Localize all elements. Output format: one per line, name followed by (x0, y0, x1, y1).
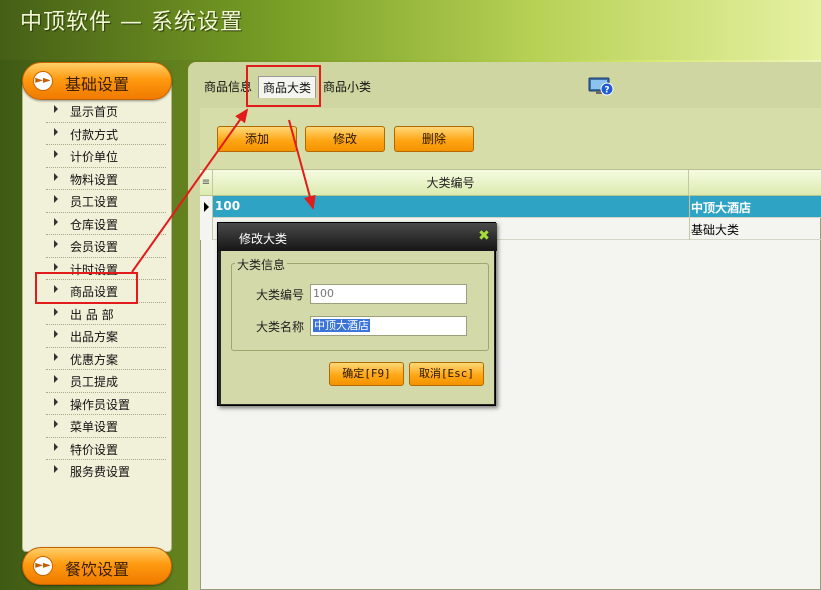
sidebar-item-staff[interactable]: 员工设置 (46, 190, 166, 213)
arrow-right-icon (54, 217, 58, 226)
arrow-right-icon (54, 442, 58, 451)
cell-name: 基础大类 (691, 223, 740, 237)
arrow-right-icon (54, 150, 58, 158)
grid-menu-icon[interactable]: ≡ (200, 170, 213, 196)
annotation-box-sidebar (35, 272, 138, 304)
arrow-right-icon (54, 352, 58, 361)
dialog-titlebar[interactable]: 修改大类 ✖ (218, 223, 497, 251)
category-info-group (231, 263, 489, 351)
sidebar-item-payment[interactable]: 付款方式 (46, 123, 166, 145)
sidebar-item-operator[interactable]: 操作员设置 (46, 393, 166, 415)
cell-name: 中顶大酒店 (691, 201, 752, 215)
sidebar-item-discount[interactable]: 优惠方案 (46, 348, 166, 370)
arrow-right-icon (54, 172, 58, 181)
sidebar-item-menu[interactable]: 菜单设置 (46, 415, 166, 438)
sidebar-item-output-plan[interactable]: 出品方案 (46, 325, 166, 348)
sidebar-item-service-fee[interactable]: 服务费设置 (46, 460, 166, 483)
sidebar-item-special-price[interactable]: 特价设置 (46, 438, 166, 460)
name-field[interactable]: 中顶大酒店 (310, 316, 467, 336)
arrow-right-icon (54, 397, 58, 406)
name-label: 大类名称 (256, 320, 305, 334)
annotation-box-tab (246, 65, 321, 107)
sidebar-item-warehouse[interactable]: 仓库设置 (46, 213, 166, 235)
app-title: 中顶软件 — 系统设置 (20, 10, 243, 35)
delete-button[interactable]: 删除 (394, 126, 474, 152)
sidebar-item-home[interactable]: 显示首页 (46, 100, 166, 123)
expand-icon: ►► (33, 71, 53, 91)
arrow-right-icon (54, 262, 58, 271)
dialog-title: 修改大类 (239, 232, 288, 246)
column-header-code[interactable]: 大类编号 (213, 170, 689, 196)
code-field[interactable]: 100 (310, 284, 467, 304)
sidebar-header-basic[interactable]: ►► 基础设置 (22, 62, 172, 100)
sidebar-item-material[interactable]: 物料设置 (46, 168, 166, 190)
edit-category-dialog: 修改大类 ✖ 大类信息 大类编号 100 大类名称 中顶大酒店 确定[F9] 取… (217, 222, 497, 406)
sidebar-item-unit[interactable]: 计价单位 (46, 145, 166, 168)
sidebar-header-label: 基础设置 (65, 75, 130, 94)
tab-product-subcategory[interactable]: 商品小类 (319, 76, 375, 98)
arrow-right-icon (54, 375, 58, 383)
arrow-right-icon (54, 127, 58, 136)
grid-header: ≡ 大类编号 (200, 170, 821, 196)
sidebar-item-commission[interactable]: 员工提成 (46, 370, 166, 393)
add-button[interactable]: 添加 (217, 126, 297, 152)
dialog-body: 大类信息 大类编号 100 大类名称 中顶大酒店 确定[F9] 取消[Esc] (221, 251, 494, 404)
arrow-right-icon (54, 105, 58, 113)
arrow-right-icon (54, 195, 58, 203)
row-pointer-icon (204, 202, 209, 212)
arrow-right-icon (54, 420, 58, 428)
row-pointer (200, 196, 213, 218)
toolbar: 添加 修改 删除 (200, 108, 821, 170)
svg-text:?: ? (604, 86, 609, 96)
table-row[interactable]: 100 中顶大酒店 (200, 196, 821, 218)
sidebar-header-catering[interactable]: ►► 餐饮设置 (22, 547, 172, 585)
edit-button[interactable]: 修改 (305, 126, 385, 152)
sidebar-header-label: 餐饮设置 (65, 560, 130, 579)
group-title: 大类信息 (235, 256, 288, 273)
arrow-right-icon (54, 240, 58, 248)
cancel-button[interactable]: 取消[Esc] (409, 362, 484, 386)
code-label: 大类编号 (256, 288, 305, 302)
confirm-button[interactable]: 确定[F9] (329, 362, 404, 386)
cell-code: 100 (215, 199, 241, 213)
arrow-right-icon (54, 307, 58, 316)
sidebar-item-member[interactable]: 会员设置 (46, 235, 166, 258)
row-pointer (200, 218, 213, 240)
arrow-right-icon (54, 465, 58, 473)
sidebar: ►► 基础设置 显示首页 付款方式 计价单位 物料设置 员工设置 仓库设置 会员… (22, 62, 172, 590)
help-monitor-icon[interactable]: ? (588, 76, 614, 96)
expand-icon: ►► (33, 556, 53, 576)
close-icon[interactable]: ✖ (477, 229, 491, 243)
arrow-right-icon (54, 330, 58, 338)
sidebar-item-output-dept[interactable]: 出 品 部 (46, 303, 166, 325)
